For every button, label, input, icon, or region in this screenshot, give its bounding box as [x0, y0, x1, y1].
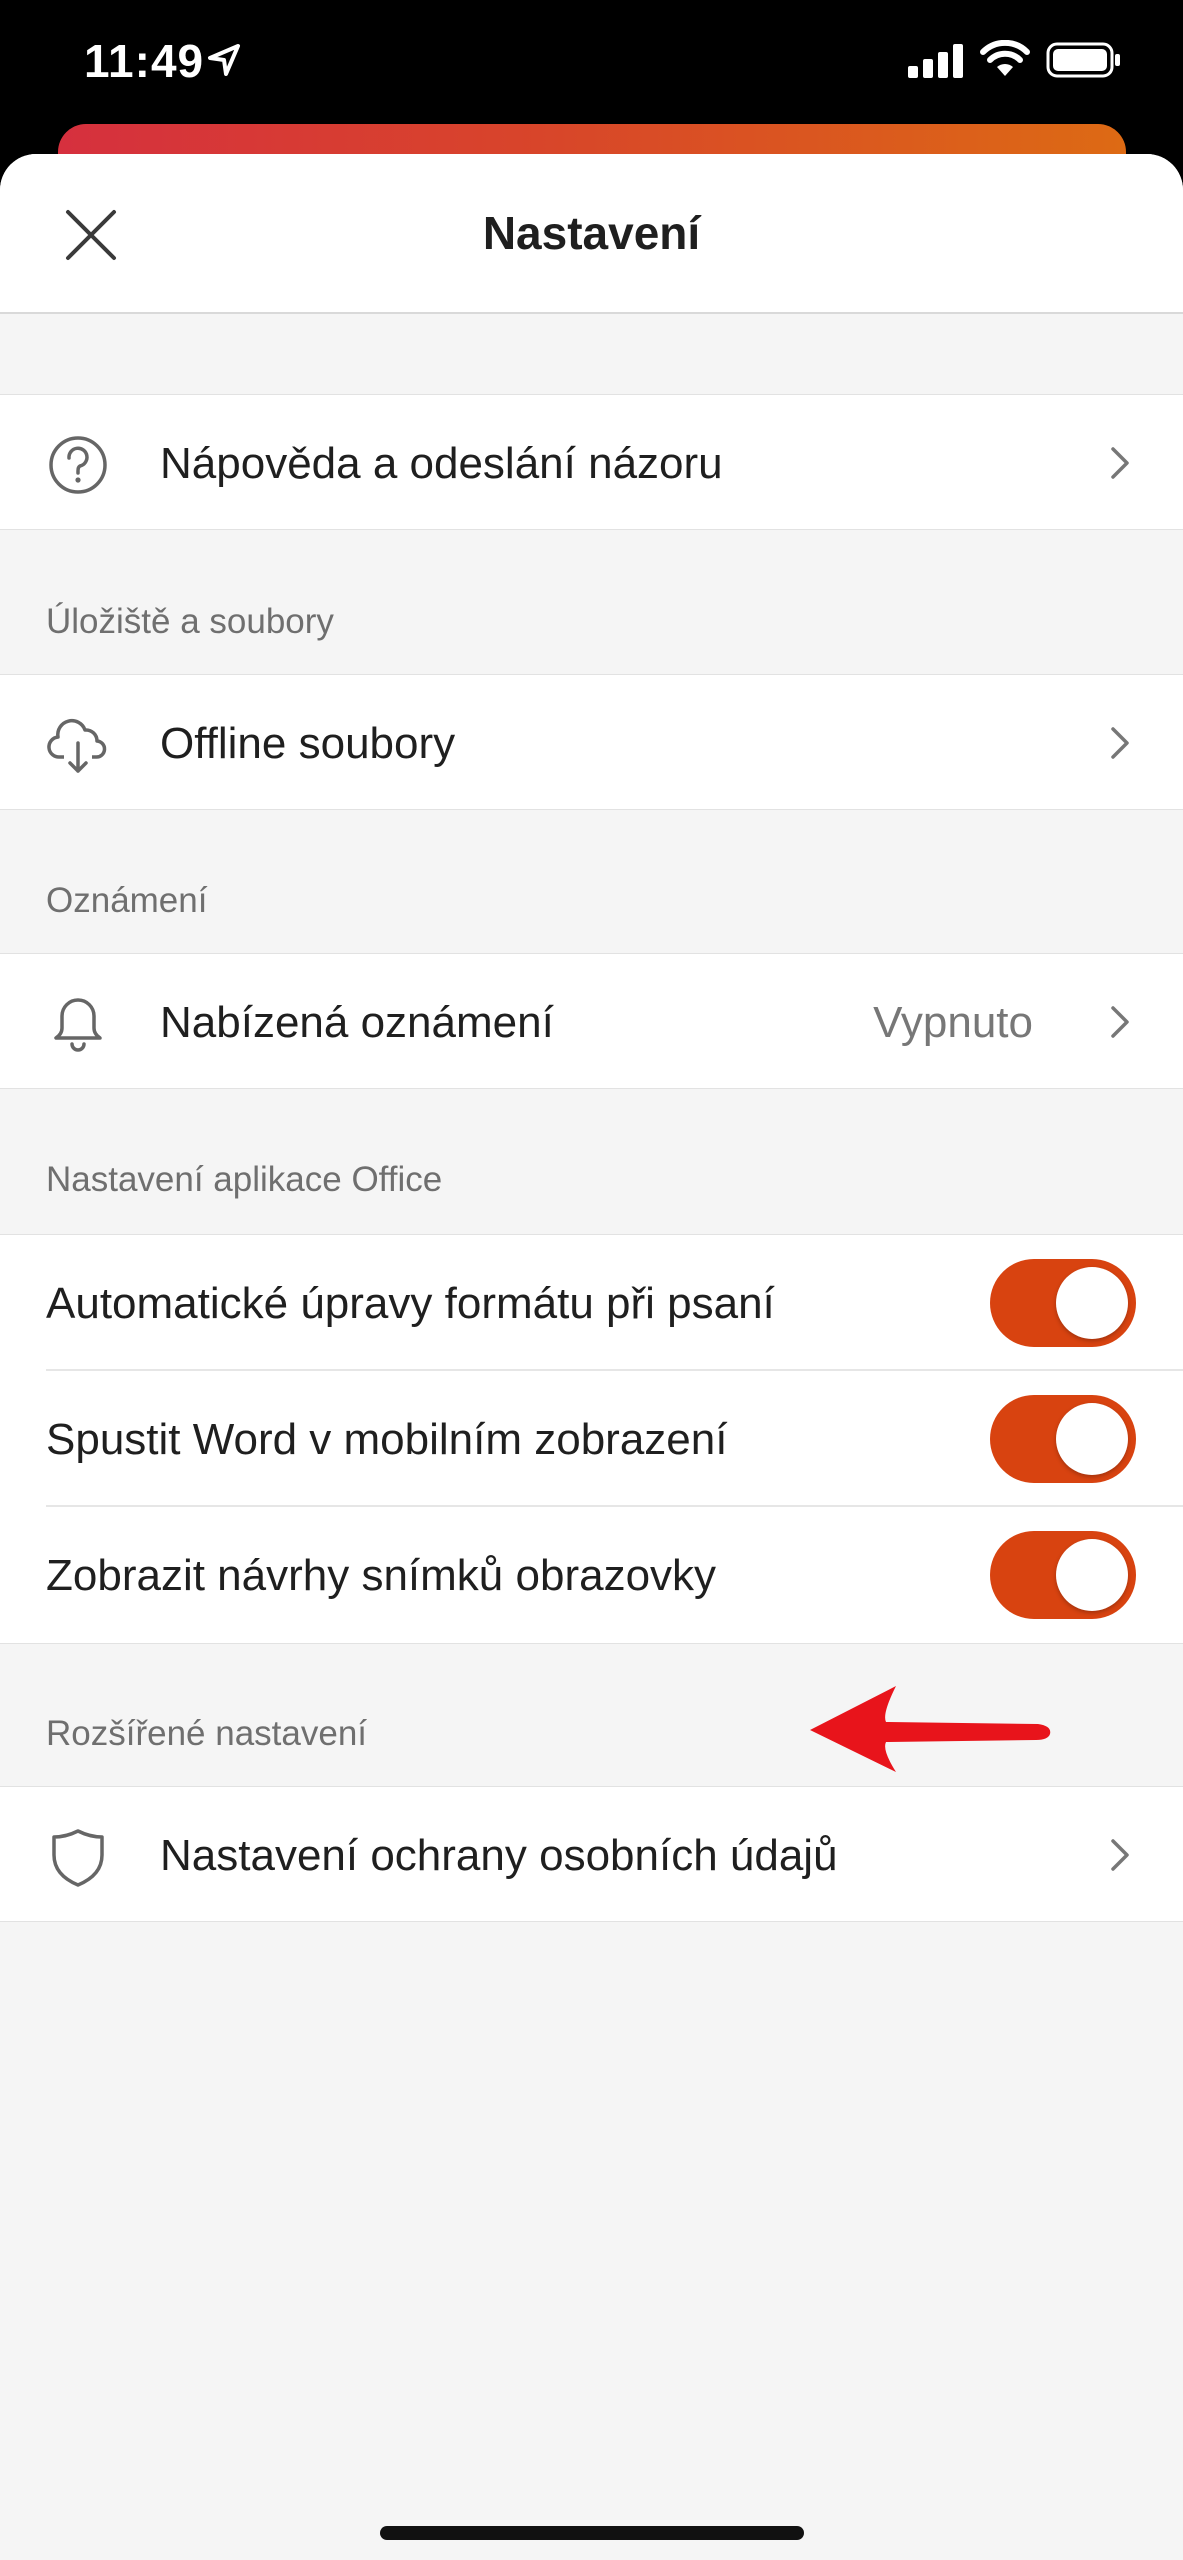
toggle-knob	[1056, 1267, 1128, 1339]
section-label-notifications: Oznámení	[46, 881, 208, 920]
autoformat-toggle[interactable]	[990, 1259, 1136, 1347]
screenshot-suggestions-toggle[interactable]	[990, 1531, 1136, 1619]
push-notifications-value: Vypnuto	[873, 998, 1033, 1047]
chevron-right-icon	[1111, 447, 1129, 479]
shield-icon	[52, 1829, 104, 1887]
home-indicator[interactable]	[380, 2526, 804, 2540]
privacy-settings-label: Nastavení ochrany osobních údajů	[160, 1831, 838, 1880]
bell-icon	[54, 998, 102, 1052]
wifi-icon	[980, 40, 1030, 76]
page-title: Nastavení	[482, 207, 701, 259]
annotation-arrow-icon	[810, 1686, 1051, 1772]
status-bar: 11:49	[0, 0, 1183, 140]
push-notifications-row[interactable]: Nabízená oznámení Vypnuto	[0, 953, 1183, 1089]
offline-files-label: Offline soubory	[160, 719, 456, 768]
toggle-knob	[1056, 1403, 1128, 1475]
location-arrow-icon	[208, 44, 240, 76]
help-circle-icon	[49, 436, 107, 494]
push-notifications-label: Nabízená oznámení	[160, 998, 554, 1047]
settings-sheet: Nastavení Nápověda a odeslání názoru Úlo…	[0, 154, 1183, 2560]
signal-icon	[908, 44, 963, 78]
toggle-label-mobile-view: Spustit Word v mobilním zobrazení	[46, 1415, 728, 1464]
toggle-row-autoformat: Automatické úpravy formátu při psaní	[0, 1235, 1183, 1371]
section-label-storage: Úložiště a soubory	[46, 602, 334, 641]
status-time: 11:49	[84, 35, 205, 87]
cloud-download-icon	[47, 718, 107, 773]
toggle-knob	[1056, 1539, 1128, 1611]
office-toggles-group: Automatické úpravy formátu při psaní Spu…	[0, 1234, 1183, 1644]
toggle-row-screenshot-suggestions: Zobrazit návrhy snímků obrazovky	[0, 1507, 1183, 1643]
toggle-label-autoformat: Automatické úpravy formátu při psaní	[46, 1279, 775, 1328]
battery-icon	[1046, 42, 1120, 78]
help-feedback-row[interactable]: Nápověda a odeslání názoru	[0, 394, 1183, 530]
help-feedback-label: Nápověda a odeslání názoru	[160, 439, 723, 488]
chevron-right-icon	[1111, 1839, 1129, 1871]
chevron-right-icon	[1111, 727, 1129, 759]
chevron-right-icon	[1111, 1006, 1129, 1038]
toggle-label-screenshot-suggestions: Zobrazit návrhy snímků obrazovky	[46, 1551, 717, 1600]
section-label-office: Nastavení aplikace Office	[46, 1160, 443, 1199]
section-label-advanced: Rozšířené nastavení	[46, 1714, 368, 1753]
offline-files-row[interactable]: Offline soubory	[0, 674, 1183, 810]
toggle-row-mobile-view: Spustit Word v mobilním zobrazení	[0, 1371, 1183, 1507]
header: Nastavení	[0, 154, 1183, 314]
privacy-settings-row[interactable]: Nastavení ochrany osobních údajů	[0, 1786, 1183, 1922]
mobile-view-toggle[interactable]	[990, 1395, 1136, 1483]
